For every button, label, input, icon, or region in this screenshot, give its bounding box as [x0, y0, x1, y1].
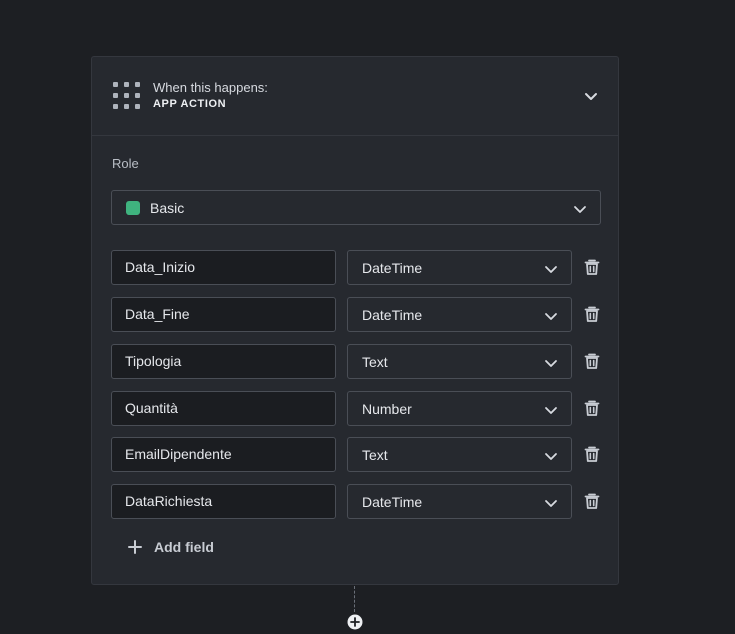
field-row: Data_Fine DateTime	[111, 297, 603, 332]
role-color-swatch	[126, 201, 140, 215]
trigger-title: APP ACTION	[153, 98, 227, 110]
trigger-header: When this happens: APP ACTION	[92, 57, 618, 136]
field-type-value: DateTime	[362, 307, 423, 323]
chevron-down-icon	[545, 453, 557, 460]
delete-field-trash-icon[interactable]	[583, 445, 601, 463]
chevron-down-icon	[545, 313, 557, 320]
delete-field-trash-icon[interactable]	[583, 399, 601, 417]
field-type-select[interactable]: DateTime	[347, 484, 572, 519]
collapse-button[interactable]	[580, 85, 602, 107]
field-row: EmailDipendente Text	[111, 437, 603, 472]
chevron-down-icon	[545, 407, 557, 414]
field-row: Quantità Number	[111, 391, 603, 426]
field-row: Data_Inizio DateTime	[111, 250, 603, 285]
delete-field-trash-icon[interactable]	[583, 352, 601, 370]
field-name-input[interactable]: Quantità	[111, 391, 336, 426]
field-type-value: Text	[362, 447, 388, 463]
field-name-input[interactable]: Data_Inizio	[111, 250, 336, 285]
field-type-select[interactable]: Text	[347, 344, 572, 379]
field-type-value: DateTime	[362, 260, 423, 276]
delete-field-trash-icon[interactable]	[583, 305, 601, 323]
delete-field-trash-icon[interactable]	[583, 492, 601, 510]
field-name-input[interactable]: Tipologia	[111, 344, 336, 379]
field-type-select[interactable]: Number	[347, 391, 572, 426]
add-step-plus-icon[interactable]	[347, 614, 363, 630]
grid-dots-icon	[113, 82, 141, 110]
chevron-down-icon	[545, 360, 557, 367]
field-name-input[interactable]: EmailDipendente	[111, 437, 336, 472]
field-type-select[interactable]: DateTime	[347, 297, 572, 332]
role-label: Role	[112, 156, 139, 171]
field-type-value: Number	[362, 401, 412, 417]
field-type-value: DateTime	[362, 494, 423, 510]
chevron-down-icon	[545, 266, 557, 273]
field-row: Tipologia Text	[111, 344, 603, 379]
field-type-select[interactable]: DateTime	[347, 250, 572, 285]
flow-connector	[354, 586, 355, 612]
add-field-label: Add field	[154, 539, 214, 555]
trigger-card: When this happens: APP ACTION Role Basic…	[91, 56, 619, 585]
chevron-down-icon	[574, 206, 586, 213]
role-selected-value: Basic	[150, 200, 185, 216]
field-name-input[interactable]: Data_Fine	[111, 297, 336, 332]
chevron-down-icon	[545, 500, 557, 507]
add-field-button[interactable]: Add field	[128, 537, 214, 557]
field-type-select[interactable]: Text	[347, 437, 572, 472]
trigger-subtitle: When this happens:	[153, 80, 268, 95]
plus-icon	[128, 540, 142, 554]
field-type-value: Text	[362, 354, 388, 370]
field-row: DataRichiesta DateTime	[111, 484, 603, 519]
chevron-down-icon	[585, 93, 597, 100]
field-name-input[interactable]: DataRichiesta	[111, 484, 336, 519]
delete-field-trash-icon[interactable]	[583, 258, 601, 276]
role-select[interactable]: Basic	[111, 190, 601, 225]
